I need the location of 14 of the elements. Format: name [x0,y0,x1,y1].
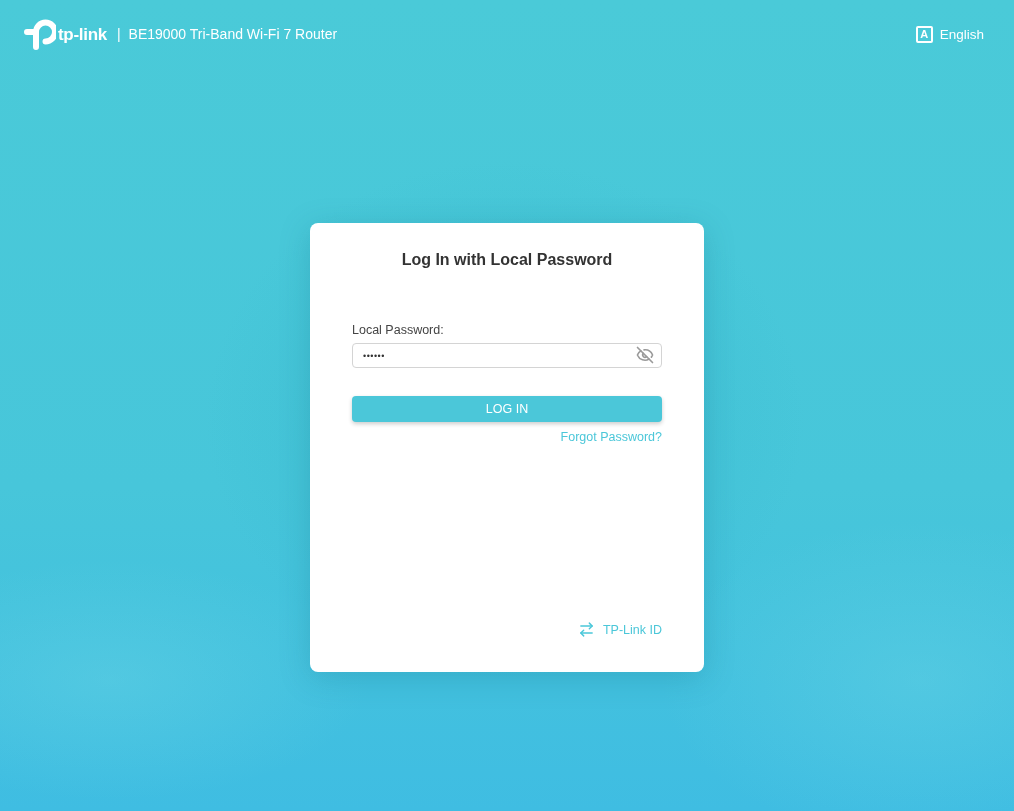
login-button[interactable]: LOG IN [352,396,662,422]
language-icon: A [915,25,933,43]
swap-arrows-icon [577,621,595,638]
login-title: Log In with Local Password [400,250,614,270]
separator: | [116,26,121,42]
eye-slash-icon[interactable] [636,346,654,364]
forgot-password-link[interactable]: Forgot Password? [560,430,662,444]
product-name: BE19000 Tri-Band Wi-Fi 7 Router [128,26,338,42]
logo-icon [24,18,56,50]
password-field[interactable]: •••••• [352,343,662,368]
logo-text: tp-link [58,25,107,45]
language-button[interactable]: A English [915,25,984,43]
password-label: Local Password: [352,322,445,338]
tp-link-id-link[interactable]: TP-Link ID [577,621,662,638]
